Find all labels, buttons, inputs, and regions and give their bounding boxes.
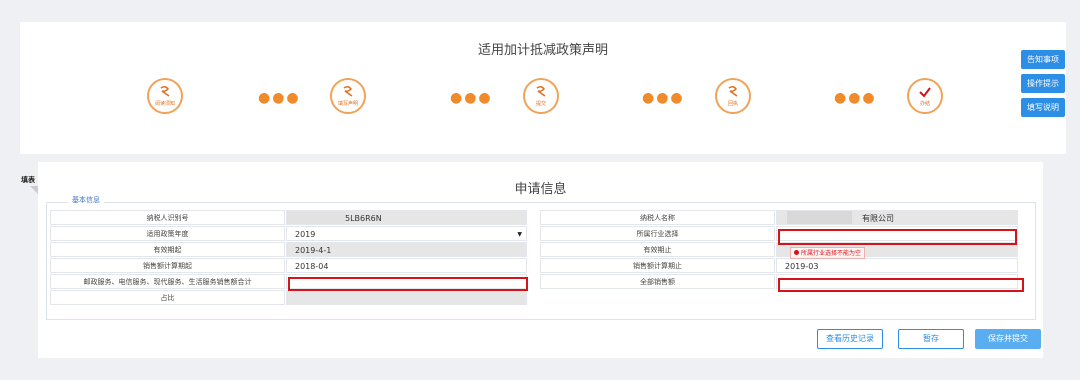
step-submit[interactable]: 提交 [523, 78, 559, 114]
taxpayer-id-label: 纳税人识别号 [50, 210, 285, 225]
step-complete[interactable]: 办结 [907, 78, 943, 114]
step-read-notice[interactable]: 阅读须知 [147, 78, 183, 114]
service-sales-highlight-box [288, 277, 528, 291]
step-fill-declaration[interactable]: 填写声明 [330, 78, 366, 114]
step-icon [536, 85, 546, 97]
ratio-label: 占比 [50, 290, 285, 305]
taxpayer-name-label: 纳税人名称 [540, 210, 775, 225]
step-label: 办结 [919, 101, 930, 107]
redaction-mask [787, 211, 852, 224]
sales-period-start-field: 2018-04 [286, 258, 527, 273]
industry-highlight-box [778, 229, 1017, 245]
taxpayer-name-field: 有限公司 [776, 210, 1018, 225]
valid-from-field: 2019-4-1 [286, 242, 527, 257]
notice-button[interactable]: 告知事项 [1021, 50, 1065, 69]
help-button[interactable]: 操作提示 [1021, 74, 1065, 93]
industry-select-label: 所属行业选择 [540, 226, 775, 241]
instructions-button[interactable]: 填写说明 [1021, 98, 1065, 117]
tab-label: 填表 [21, 176, 35, 184]
taxpayer-id-value: 5LB6R6N [345, 214, 382, 223]
error-text: 所属行业选择不能为空 [801, 250, 862, 257]
sales-period-start-label: 销售额计算期起 [50, 258, 285, 273]
taxpayer-name-value: 有限公司 [862, 214, 894, 223]
valid-from-label: 有效期起 [50, 242, 285, 257]
step-connector: ●●● [642, 90, 685, 106]
industry-error-tooltip: 所属行业选择不能为空 [790, 247, 866, 259]
error-icon [794, 250, 799, 255]
view-history-button[interactable]: 查看历史记录 [817, 329, 883, 349]
form-row: 纳税人识别号 5LB6R6N 纳税人名称 有限公司 [50, 210, 1028, 225]
policy-year-value: 2019 [295, 230, 316, 239]
form-row: 销售额计算期起 2018-04 销售额计算期止 2019-03 [50, 258, 1028, 273]
taxpayer-id-field: 5LB6R6N [286, 210, 527, 225]
sales-period-end-label: 销售额计算期止 [540, 258, 775, 273]
valid-to-label: 有效期止 [540, 242, 775, 257]
step-label: 填写声明 [337, 101, 358, 107]
step-connector: ●●● [450, 90, 493, 106]
save-submit-button[interactable]: 保存并提交 [975, 329, 1041, 349]
policy-year-select[interactable]: 2019 ▼ [286, 226, 527, 241]
step-label: 阅读须知 [154, 101, 175, 107]
progress-panel: 适用加计抵减政策声明 阅读须知 ●●● 填写声明 ●●● 提交 ●●● 回执 ●… [20, 22, 1066, 154]
total-sales-label: 全部销售额 [540, 274, 775, 289]
side-button-group: 告知事项 操作提示 填写说明 [1021, 50, 1065, 122]
form-title: 申请信息 [514, 182, 567, 197]
save-draft-button[interactable]: 暂存 [898, 329, 964, 349]
total-sales-highlight-box [778, 278, 1024, 292]
step-receipt[interactable]: 回执 [715, 78, 751, 114]
redaction-mask [287, 211, 345, 224]
step-label: 回执 [727, 101, 738, 107]
policy-year-label: 适用政策年度 [50, 226, 285, 241]
fieldset-legend: 基本信息 [68, 195, 104, 205]
tab-notch [30, 186, 38, 194]
ratio-field [286, 290, 527, 305]
step-icon [160, 85, 170, 97]
step-icon [343, 85, 353, 97]
check-icon [919, 87, 931, 98]
sales-period-end-field: 2019-03 [776, 258, 1018, 273]
chevron-down-icon: ▼ [517, 231, 522, 238]
form-panel: 申请信息 基本信息 纳税人识别号 5LB6R6N 纳税人名称 有限公司 适用政策… [38, 162, 1043, 358]
form-row: 占比 [50, 290, 1028, 305]
step-connector: ●●● [834, 90, 877, 106]
step-icon [728, 85, 738, 97]
step-connector: ●●● [258, 90, 301, 106]
step-label: 提交 [535, 101, 546, 107]
service-sales-total-label: 邮政服务、电信服务、现代服务、生活服务销售额合计 [50, 274, 285, 289]
